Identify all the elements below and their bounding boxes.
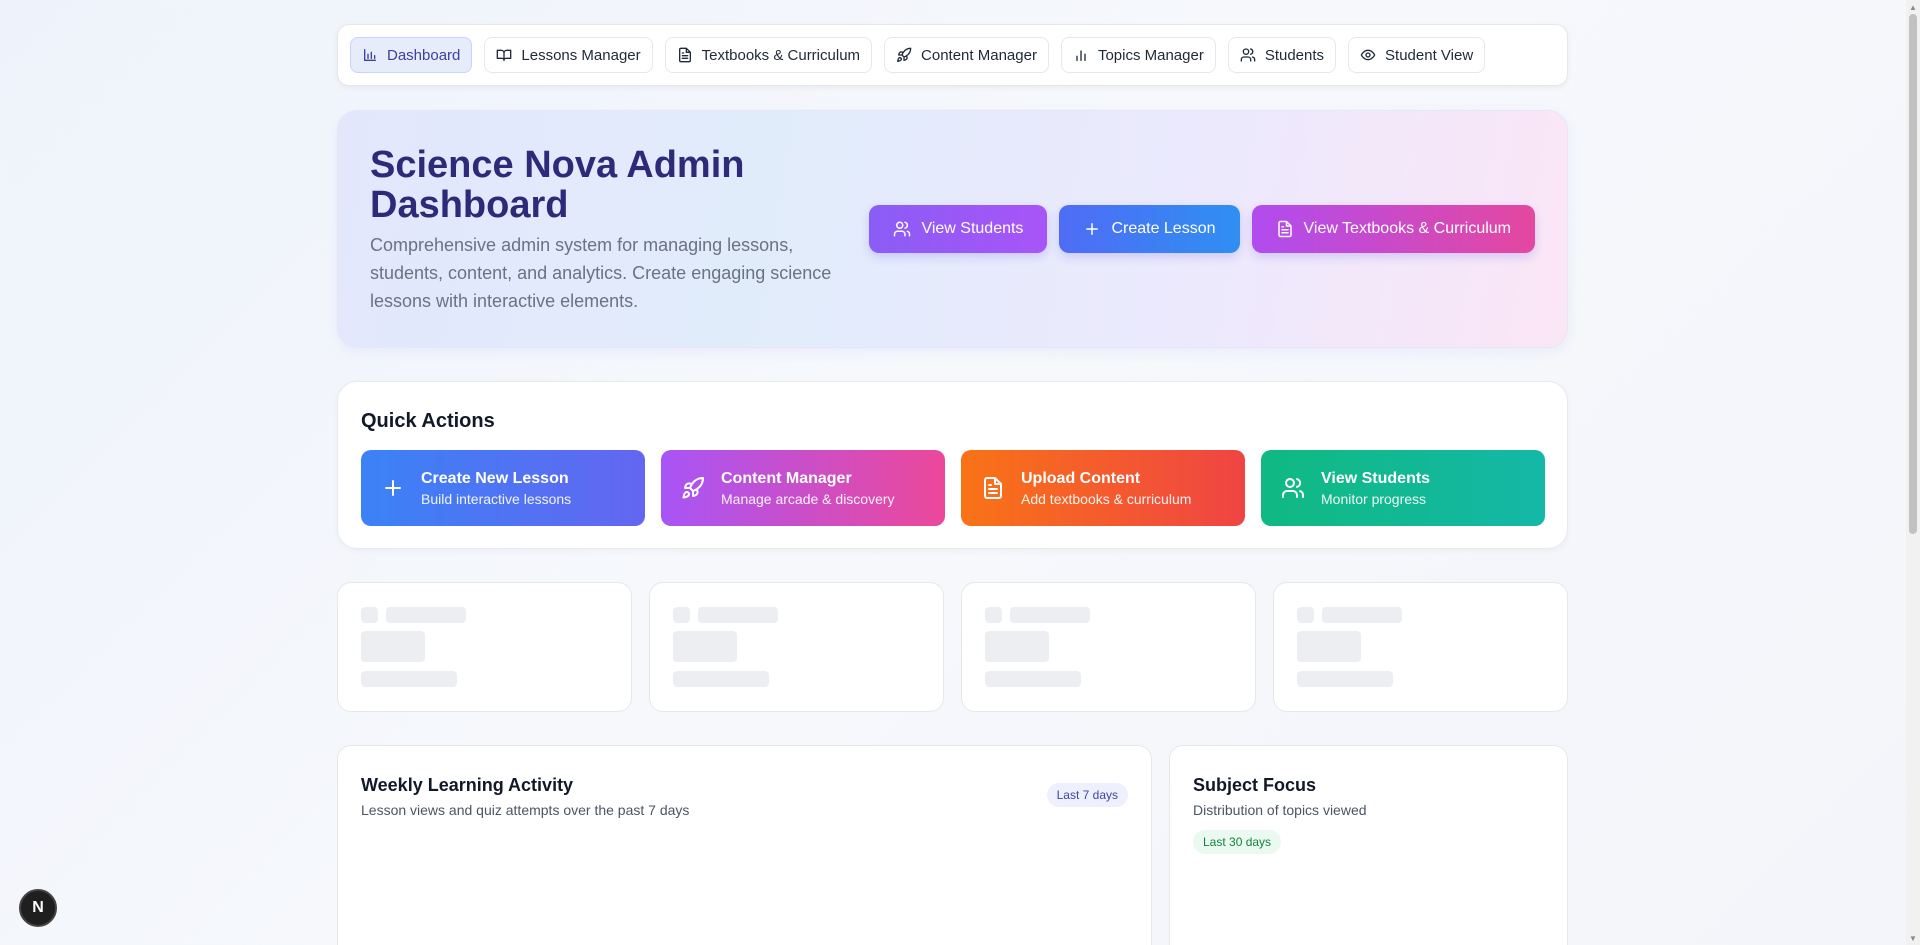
eye-icon <box>1360 47 1376 63</box>
skeleton-line <box>1322 607 1402 623</box>
scroll-down-arrow-icon[interactable]: ▼ <box>1906 931 1920 945</box>
bar-chart-icon <box>1073 47 1089 63</box>
skeleton-line <box>361 671 457 687</box>
skeleton-line <box>673 671 769 687</box>
view-students-button[interactable]: View Students <box>869 205 1048 253</box>
nav-students[interactable]: Students <box>1227 37 1337 73</box>
book-open-icon <box>496 47 512 63</box>
quick-actions-row: Create New Lesson Build interactive less… <box>361 450 1545 526</box>
page-title: Science Nova Admin Dashboard <box>370 144 745 226</box>
nav-lessons-manager[interactable]: Lessons Manager <box>484 37 653 73</box>
stat-card-skeleton <box>961 582 1256 712</box>
skeleton-value <box>1297 631 1361 662</box>
dev-tools-button[interactable]: N <box>19 889 57 927</box>
skeleton-value <box>673 631 737 662</box>
nav-textbooks-curriculum[interactable]: Textbooks & Curriculum <box>664 37 873 73</box>
card-subtitle: Build interactive lessons <box>421 490 572 507</box>
nav-dashboard[interactable]: Dashboard <box>350 37 473 73</box>
nav-label: Students <box>1264 46 1325 64</box>
rocket-icon <box>681 476 705 500</box>
create-new-lesson-card[interactable]: Create New Lesson Build interactive less… <box>361 450 645 526</box>
analytics-row: Weekly Learning Activity Lesson views an… <box>337 745 1568 945</box>
card-subtitle: Manage arcade & discovery <box>721 490 895 507</box>
page-scrollbar[interactable]: ▲ ▼ <box>1906 0 1920 945</box>
view-students-card[interactable]: View Students Monitor progress <box>1261 450 1545 526</box>
skeleton-value <box>985 631 1049 662</box>
date-range-badge: Last 7 days <box>1046 783 1128 807</box>
rocket-icon <box>896 47 912 63</box>
card-subtitle: Monitor progress <box>1321 490 1427 507</box>
nav-label: Textbooks & Curriculum <box>701 46 861 64</box>
content-manager-card[interactable]: Content Manager Manage arcade & discover… <box>661 450 945 526</box>
stat-card-skeleton <box>649 582 944 712</box>
card-title: Create New Lesson <box>421 469 569 487</box>
stats-row <box>337 582 1568 712</box>
nav-student-view[interactable]: Student View <box>1348 37 1486 73</box>
nav-label: Topics Manager <box>1097 46 1204 64</box>
panel-subtitle: Lesson views and quiz attempts over the … <box>361 802 690 818</box>
skeleton-line <box>1297 671 1393 687</box>
plus-icon <box>381 476 405 500</box>
hero-actions: View Students Create Lesson View Textboo… <box>869 205 1535 253</box>
panel-title: Weekly Learning Activity <box>361 775 574 795</box>
panel-subtitle: Distribution of topics viewed <box>1193 802 1367 818</box>
skeleton-icon <box>1297 607 1314 623</box>
upload-content-card[interactable]: Upload Content Add textbooks & curriculu… <box>961 450 1245 526</box>
card-text: View Students Monitor progress <box>1321 470 1430 507</box>
card-title: Content Manager <box>721 469 852 487</box>
skeleton-line <box>1010 607 1090 623</box>
plus-icon <box>1083 220 1101 238</box>
skeleton-line <box>985 671 1081 687</box>
card-text: Upload Content Add textbooks & curriculu… <box>1021 470 1191 507</box>
section-title: Quick Actions <box>361 410 495 432</box>
skeleton-line <box>386 607 466 623</box>
skeleton-icon <box>985 607 1002 623</box>
skeleton-line <box>698 607 778 623</box>
nav-topics-manager[interactable]: Topics Manager <box>1060 37 1216 73</box>
create-lesson-button[interactable]: Create Lesson <box>1059 205 1240 253</box>
nav-label: Content Manager <box>921 46 1037 64</box>
card-title: View Students <box>1321 469 1431 487</box>
weekly-activity-panel: Weekly Learning Activity Lesson views an… <box>337 745 1152 945</box>
stat-card-skeleton <box>1273 582 1568 712</box>
document-icon <box>981 476 1005 500</box>
card-text: Create New Lesson Build interactive less… <box>421 470 571 507</box>
main-container: Dashboard Lessons Manager Textbooks & Cu… <box>337 24 1568 945</box>
users-icon <box>1240 47 1256 63</box>
users-icon <box>893 220 911 238</box>
panel-title: Subject Focus <box>1193 775 1317 795</box>
users-icon <box>1281 476 1305 500</box>
scrollbar-thumb[interactable] <box>1909 14 1917 534</box>
skeleton-icon <box>361 607 378 623</box>
quick-actions-panel: Quick Actions Create New Lesson Build in… <box>337 381 1568 549</box>
card-text: Content Manager Manage arcade & discover… <box>721 470 895 507</box>
nav-label: Lessons Manager <box>521 46 641 64</box>
card-title: Upload Content <box>1021 469 1141 487</box>
nav-label: Dashboard <box>387 46 461 64</box>
top-nav: Dashboard Lessons Manager Textbooks & Cu… <box>337 24 1568 86</box>
skeleton-icon <box>673 607 690 623</box>
skeleton-value <box>361 631 425 662</box>
subject-focus-panel: Subject Focus Distribution of topics vie… <box>1169 745 1568 945</box>
document-icon <box>677 47 693 63</box>
nav-label: Student View <box>1385 46 1474 64</box>
stat-card-skeleton <box>337 582 632 712</box>
view-textbooks-button[interactable]: View Textbooks & Curriculum <box>1251 205 1535 253</box>
button-label: Create Lesson <box>1111 220 1216 237</box>
scroll-up-arrow-icon[interactable]: ▲ <box>1906 0 1920 14</box>
button-label: View Textbooks & Curriculum <box>1303 220 1512 237</box>
bar-chart-icon <box>362 47 378 63</box>
nav-content-manager[interactable]: Content Manager <box>884 37 1049 73</box>
card-subtitle: Add textbooks & curriculum <box>1021 490 1192 507</box>
button-label: View Students <box>921 220 1024 237</box>
page-description: Comprehensive admin system for managing … <box>370 235 832 311</box>
date-range-badge: Last 30 days <box>1193 830 1282 854</box>
document-icon <box>1276 220 1294 238</box>
hero-banner: Science Nova Admin Dashboard Comprehensi… <box>337 110 1568 348</box>
